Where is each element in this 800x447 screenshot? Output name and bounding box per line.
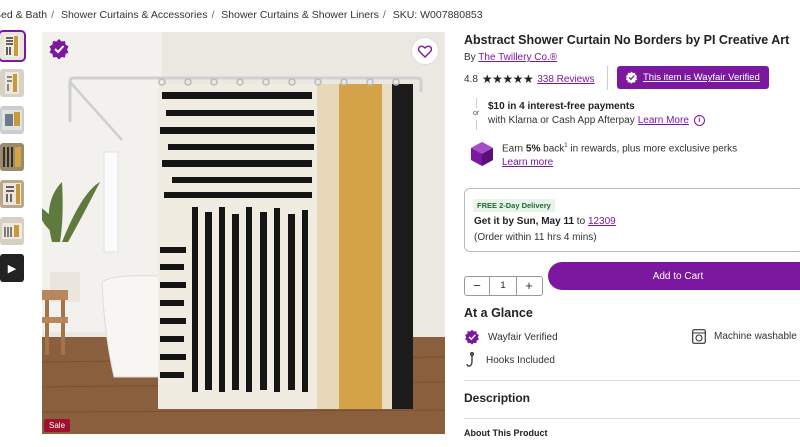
hook-icon	[466, 352, 474, 367]
sale-badge: Sale	[44, 419, 71, 432]
divider	[464, 418, 800, 419]
glance-hooks-label: Hooks Included	[486, 354, 555, 366]
product-title: Abstract Shower Curtain No Borders by PI…	[464, 33, 790, 47]
rating-value: 4.8	[464, 73, 478, 85]
increase-quantity-button[interactable]: +	[517, 277, 541, 295]
decrease-quantity-button[interactable]: −	[465, 277, 489, 295]
verified-badge-icon	[465, 329, 479, 345]
delivery-estimate: Get it by Sun, May 11 to 12309	[474, 216, 616, 227]
verified-check-icon	[625, 71, 638, 84]
thumbnail-image-2[interactable]	[0, 69, 24, 97]
or-label: or	[473, 110, 480, 117]
thumbnail-image-5[interactable]	[0, 180, 24, 208]
free-delivery-badge: FREE 2-Day Delivery	[473, 199, 555, 212]
breadcrumb: Bed & Bath / Shower Curtains & Accessorie…	[0, 9, 483, 21]
delivery-date: Get it by Sun, May 11	[474, 216, 575, 227]
delivery-box: FREE 2-Day Delivery Get it by Sun, May 1…	[464, 188, 800, 252]
by-prefix: By	[464, 52, 476, 63]
sku-label: SKU: W007880853	[392, 9, 483, 21]
info-icon[interactable]: i	[693, 115, 705, 126]
rewards-suffix: back	[540, 143, 565, 155]
breadcrumb-link-shower-curtains-accessories[interactable]: Shower Curtains & Accessories	[61, 9, 207, 21]
rewards-perks-text: in rewards, plus more exclusive perks	[567, 143, 738, 155]
breadcrumb-separator: /	[51, 9, 55, 21]
divider	[607, 66, 608, 90]
verified-label: This item is Wayfair Verified	[643, 72, 760, 83]
glance-machine-washable-label: Machine washable	[714, 331, 797, 342]
installment-providers-text: with Klarna or Cash App Afterpay	[488, 115, 635, 126]
installment-headline: $10 in 4 interest-free payments	[488, 101, 635, 112]
favorite-button[interactable]	[411, 37, 439, 65]
order-cutoff: (Order within 11 hrs 4 mins)	[474, 232, 597, 243]
thumbnail-strip: ▶	[0, 30, 26, 291]
installment-providers: with Klarna or Cash App Afterpay Learn M…	[488, 115, 705, 126]
add-to-cart-button[interactable]: Add to Cart	[548, 262, 800, 290]
description-heading[interactable]: Description	[464, 391, 530, 405]
main-product-image[interactable]: Sale	[42, 32, 445, 434]
quantity-stepper: − 1 +	[464, 276, 543, 296]
quantity-input[interactable]: 1	[489, 277, 517, 295]
divider	[476, 120, 477, 130]
thumbnail-video[interactable]: ▶	[0, 254, 24, 282]
thumbnail-image-6[interactable]	[0, 217, 24, 245]
play-icon: ▶	[7, 262, 17, 275]
glance-wayfair-verified: Wayfair Verified	[464, 329, 558, 345]
about-this-product-heading: About This Product	[464, 428, 548, 438]
rewards-learn-more-link[interactable]: Learn more	[502, 157, 553, 168]
breadcrumb-link-bed-bath[interactable]: Bed & Bath	[0, 9, 47, 21]
breadcrumb-separator: /	[211, 9, 215, 21]
heart-icon	[418, 45, 432, 58]
glance-verified-label: Wayfair Verified	[488, 331, 558, 343]
brand-link[interactable]: The Twillery Co.®	[478, 52, 557, 63]
divider	[464, 380, 800, 381]
thumbnail-image-3[interactable]	[0, 106, 24, 134]
breadcrumb-link-shower-curtains-liners[interactable]: Shower Curtains & Shower Liners	[221, 9, 379, 21]
glance-machine-washable: Machine washable	[692, 329, 797, 344]
installments-learn-more-link[interactable]: Learn More	[638, 115, 689, 126]
wayfair-verified-badge-icon	[48, 38, 70, 60]
thumbnail-image-1[interactable]	[0, 30, 26, 62]
thumbnail-image-4[interactable]	[0, 143, 24, 171]
reviews-link[interactable]: 338 Reviews	[537, 74, 594, 85]
wayfair-verified-button[interactable]: This item is Wayfair Verified	[617, 66, 769, 89]
brand-byline: By The Twillery Co.®	[464, 52, 557, 63]
washing-machine-icon	[692, 329, 706, 344]
rewards-gem-icon	[470, 141, 494, 167]
delivery-to: to	[574, 216, 588, 227]
at-a-glance-heading: At a Glance	[464, 306, 533, 320]
divider	[476, 98, 477, 108]
rewards-earn-prefix: Earn	[502, 143, 526, 155]
glance-hooks-included: Hooks Included	[466, 352, 555, 368]
rewards-text: Earn 5% back1 in rewards, plus more excl…	[502, 143, 737, 154]
rewards-learn-more: Learn more	[502, 157, 553, 168]
shower-curtain-photo	[42, 32, 445, 434]
zip-code-link[interactable]: 12309	[588, 216, 616, 227]
rating-row: 4.8 ★★★★★ 338 Reviews	[464, 72, 594, 86]
star-rating-icon: ★★★★★	[481, 72, 534, 86]
rewards-percent: 5%	[525, 143, 541, 155]
breadcrumb-separator: /	[382, 9, 386, 21]
